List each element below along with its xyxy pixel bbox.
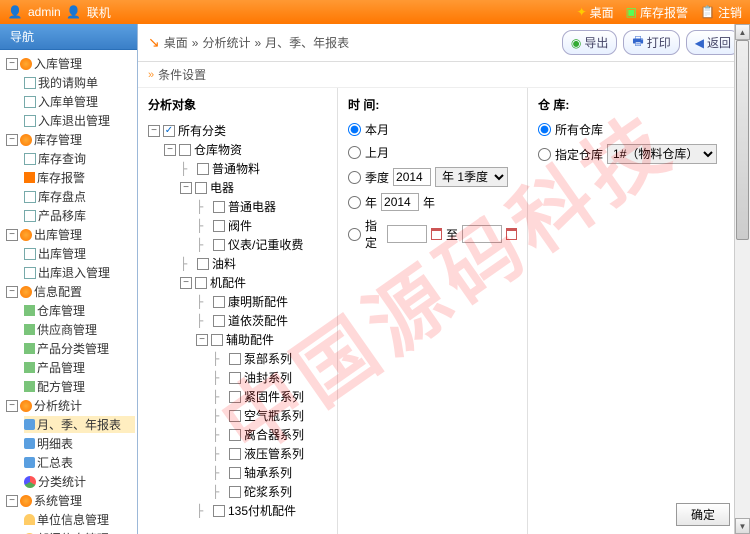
link-desktop[interactable]: ✦桌面 xyxy=(577,4,614,21)
nav-item[interactable]: 出库退入管理 xyxy=(24,264,135,281)
tree-node[interactable]: ├泵部系列 xyxy=(148,349,327,368)
print-button[interactable]: 🖶打印 xyxy=(623,30,679,55)
username: admin xyxy=(28,5,61,19)
tree-node[interactable]: ├轴承系列 xyxy=(148,463,327,482)
warehouse-select[interactable]: 1#（物料仓库） xyxy=(607,144,717,164)
nav-item[interactable]: 产品分类管理 xyxy=(24,340,135,357)
tree-node[interactable]: −仓库物资 xyxy=(148,140,327,159)
nav-item[interactable]: 部门信息管理 xyxy=(24,530,135,534)
tree-node[interactable]: ├紧固件系列 xyxy=(148,387,327,406)
calendar-icon[interactable] xyxy=(506,228,517,240)
confirm-button[interactable]: 确定 xyxy=(676,503,730,526)
nav-item[interactable]: 入库退出管理 xyxy=(24,112,135,129)
bc-leaf: 月、季、年报表 xyxy=(265,34,349,51)
nav-group[interactable]: −信息配置 xyxy=(6,283,135,300)
tree-node[interactable]: ├液压管系列 xyxy=(148,444,327,463)
radio-custom[interactable] xyxy=(348,228,361,241)
nav-item[interactable]: 出库管理 xyxy=(24,245,135,262)
nav-item[interactable]: 产品移库 xyxy=(24,207,135,224)
panel-title: » 条件设置 xyxy=(138,62,750,88)
tree-node[interactable]: ├油封系列 xyxy=(148,368,327,387)
nav-tree: −入库管理我的请购单入库单管理入库退出管理 −库存管理库存查询库存报警库存盘点产品… xyxy=(0,50,137,534)
date-from-input[interactable] xyxy=(387,225,427,243)
tree-node[interactable]: ├普通电器 xyxy=(148,197,327,216)
tree-node[interactable]: ├康明斯配件 xyxy=(148,292,327,311)
date-to-input[interactable] xyxy=(462,225,502,243)
nav-item[interactable]: 库存报警 xyxy=(24,169,135,186)
tree-node[interactable]: ├普通物料 xyxy=(148,159,327,178)
tree-node[interactable]: −辅助配件 xyxy=(148,330,327,349)
tree-node[interactable]: −机配件 xyxy=(148,273,327,292)
link-logout[interactable]: 📋注销 xyxy=(700,4,742,21)
radio-this-month[interactable] xyxy=(348,123,361,136)
nav-item[interactable]: 汇总表 xyxy=(24,454,135,471)
nav-item[interactable]: 分类统计 xyxy=(24,473,135,490)
user-icon: 👤 xyxy=(8,5,22,19)
scroll-thumb[interactable] xyxy=(736,40,749,240)
warehouse-header: 仓 库: xyxy=(538,96,739,113)
quarter-year-input[interactable] xyxy=(393,168,431,186)
radio-quarter[interactable] xyxy=(348,171,361,184)
nav-item[interactable]: 配方管理 xyxy=(24,378,135,395)
back-button[interactable]: ◀返回 xyxy=(686,30,740,55)
object-column: 分析对象 −所有分类−仓库物资├普通物料−电器├普通电器├阀件├仪表/记重收费├… xyxy=(138,88,338,534)
nav-item[interactable]: 产品管理 xyxy=(24,359,135,376)
calendar-icon[interactable] xyxy=(431,228,442,240)
scroll-down-button[interactable]: ▼ xyxy=(735,518,750,534)
nav-item[interactable]: 月、季、年报表 xyxy=(24,416,135,433)
scroll-up-button[interactable]: ▲ xyxy=(735,24,750,40)
nav-group[interactable]: −库存管理 xyxy=(6,131,135,148)
bc-mid[interactable]: 分析统计 xyxy=(202,34,250,51)
nav-group[interactable]: −入库管理 xyxy=(6,55,135,72)
breadcrumb-icon: ↘ xyxy=(148,34,160,51)
tree-node[interactable]: ├砣浆系列 xyxy=(148,482,327,501)
nav-item[interactable]: 库存查询 xyxy=(24,150,135,167)
status-text: 联机 xyxy=(87,4,111,21)
object-tree: −所有分类−仓库物资├普通物料−电器├普通电器├阀件├仪表/记重收费├油料−机配… xyxy=(148,121,327,520)
object-header: 分析对象 xyxy=(148,96,327,113)
link-inventory-alert[interactable]: ▣库存报警 xyxy=(626,4,688,21)
nav-item[interactable]: 入库单管理 xyxy=(24,93,135,110)
warehouse-column: 仓 库: 所有仓库 指定仓库1#（物料仓库） xyxy=(528,88,750,534)
nav-item[interactable]: 我的请购单 xyxy=(24,74,135,91)
tree-node[interactable]: ├阀件 xyxy=(148,216,327,235)
nav-item[interactable]: 单位信息管理 xyxy=(24,511,135,528)
tree-node[interactable]: ├油料 xyxy=(148,254,327,273)
tree-node[interactable]: ├道依茨配件 xyxy=(148,311,327,330)
radio-last-month[interactable] xyxy=(348,146,361,159)
scrollbar-vertical[interactable]: ▲ ▼ xyxy=(734,24,750,534)
tree-node[interactable]: ├仪表/记重收费 xyxy=(148,235,327,254)
tree-node[interactable]: ├离合器系列 xyxy=(148,425,327,444)
nav-group[interactable]: −分析统计 xyxy=(6,397,135,414)
chevron-icon: » xyxy=(148,69,154,81)
content: 中国源码科技 ↘ 桌面 » 分析统计 » 月、季、年报表 ◉导出 🖶打印 ◀返回… xyxy=(138,24,750,534)
nav-group[interactable]: −系统管理 xyxy=(6,492,135,509)
quarter-select[interactable]: 年 1季度 xyxy=(435,167,508,187)
status-icon: 👤 xyxy=(67,5,81,19)
radio-all-warehouse[interactable] xyxy=(538,123,551,136)
tree-node[interactable]: −电器 xyxy=(148,178,327,197)
bc-root[interactable]: 桌面 xyxy=(164,34,188,51)
nav-item[interactable]: 仓库管理 xyxy=(24,302,135,319)
tree-node[interactable]: −所有分类 xyxy=(148,121,327,140)
tree-node[interactable]: ├空气瓶系列 xyxy=(148,406,327,425)
tree-node[interactable]: ├135付机配件 xyxy=(148,501,327,520)
export-button[interactable]: ◉导出 xyxy=(562,30,618,55)
radio-specify-warehouse[interactable] xyxy=(538,148,551,161)
time-header: 时 间: xyxy=(348,96,517,113)
nav-item[interactable]: 明细表 xyxy=(24,435,135,452)
time-column: 时 间: 本月 上月 季度年 1季度 年年 指定至 xyxy=(338,88,528,534)
topbar: 👤 admin 👤 联机 ✦桌面 ▣库存报警 📋注销 xyxy=(0,0,750,24)
breadcrumb-bar: ↘ 桌面 » 分析统计 » 月、季、年报表 ◉导出 🖶打印 ◀返回 xyxy=(138,24,750,62)
nav-item[interactable]: 供应商管理 xyxy=(24,321,135,338)
sidebar: 导航 −入库管理我的请购单入库单管理入库退出管理 −库存管理库存查询库存报警库存盘… xyxy=(0,24,138,534)
year-input[interactable] xyxy=(381,193,419,211)
radio-year[interactable] xyxy=(348,196,361,209)
nav-group[interactable]: −出库管理 xyxy=(6,226,135,243)
sidebar-title: 导航 xyxy=(0,24,137,50)
nav-item[interactable]: 库存盘点 xyxy=(24,188,135,205)
